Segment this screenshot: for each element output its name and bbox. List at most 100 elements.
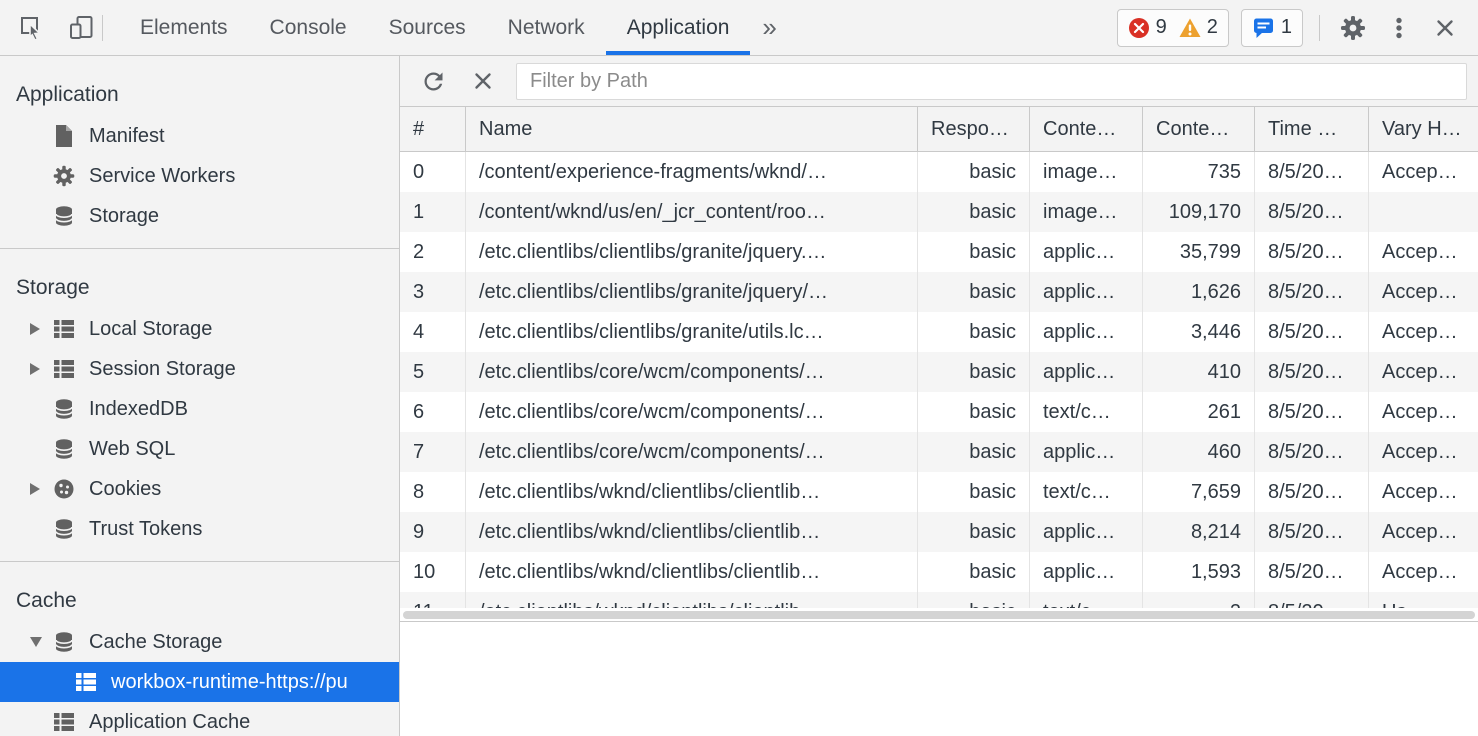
table-row[interactable]: 4 /etc.clientlibs/clientlibs/granite/uti… bbox=[400, 312, 1478, 352]
sidebar-item-service-workers[interactable]: Service Workers bbox=[0, 156, 399, 196]
sidebar-item-web-sql[interactable]: Web SQL bbox=[0, 429, 399, 469]
chevron-right-icon[interactable] bbox=[30, 363, 40, 375]
clear-x-icon bbox=[471, 69, 495, 93]
message-badge[interactable]: 1 bbox=[1252, 16, 1292, 39]
tab-elements[interactable]: Elements bbox=[119, 0, 249, 55]
tab-console[interactable]: Console bbox=[249, 0, 368, 55]
cell-name: /etc.clientlibs/wknd/clientlibs/clientli… bbox=[466, 472, 918, 512]
cell-content-type: text/c… bbox=[1030, 472, 1143, 512]
table-row[interactable]: 2 /etc.clientlibs/clientlibs/granite/jqu… bbox=[400, 232, 1478, 272]
cell-time-cached: 8/5/20… bbox=[1255, 232, 1369, 272]
sidebar-item-manifest[interactable]: Manifest bbox=[0, 116, 399, 156]
sidebar-section-title: Cache bbox=[0, 580, 399, 622]
messages-badge-group[interactable]: 1 bbox=[1241, 9, 1303, 47]
sidebar-item-indexeddb[interactable]: IndexedDB bbox=[0, 389, 399, 429]
cell-content-length: 7,659 bbox=[1143, 472, 1255, 512]
sidebar-item-session-storage[interactable]: Session Storage bbox=[0, 349, 399, 389]
error-badge[interactable]: 9 bbox=[1128, 16, 1167, 39]
cell-number: 3 bbox=[400, 272, 466, 312]
customize-menu-button[interactable] bbox=[1382, 11, 1416, 45]
cell-time-cached: 8/5/20… bbox=[1255, 512, 1369, 552]
warning-badge[interactable]: 2 bbox=[1179, 16, 1218, 39]
cache-entry-preview-pane bbox=[400, 622, 1478, 736]
cell-number: 8 bbox=[400, 472, 466, 512]
cell-number: 0 bbox=[400, 152, 466, 192]
tab-application[interactable]: Application bbox=[606, 0, 751, 55]
sidebar-item-label: Local Storage bbox=[89, 318, 212, 341]
chevron-right-icon[interactable] bbox=[30, 483, 40, 495]
tab-sources[interactable]: Sources bbox=[368, 0, 487, 55]
cell-name: /etc.clientlibs/core/wcm/components/… bbox=[466, 392, 918, 432]
column-header-name[interactable]: Name bbox=[466, 107, 918, 151]
sidebar-item-label: Cookies bbox=[89, 478, 161, 501]
table-row[interactable]: 3 /etc.clientlibs/clientlibs/granite/jqu… bbox=[400, 272, 1478, 312]
clear-cache-button[interactable] bbox=[466, 64, 500, 98]
table-row[interactable]: 1 /content/wknd/us/en/_jcr_content/roo… … bbox=[400, 192, 1478, 232]
chevron-down-icon[interactable] bbox=[30, 637, 42, 647]
column-header-content-type[interactable]: Conte… bbox=[1030, 107, 1143, 151]
tab-network[interactable]: Network bbox=[487, 0, 606, 55]
table-row[interactable]: 6 /etc.clientlibs/core/wcm/components/… … bbox=[400, 392, 1478, 432]
column-header-response-type[interactable]: Respo… bbox=[918, 107, 1030, 151]
cell-response-type: basic bbox=[918, 152, 1030, 192]
settings-button[interactable] bbox=[1336, 11, 1370, 45]
sidebar-item-local-storage[interactable]: Local Storage bbox=[0, 309, 399, 349]
console-issues-badge-group[interactable]: 9 2 bbox=[1117, 9, 1229, 47]
cell-time-cached: 8/5/20… bbox=[1255, 552, 1369, 592]
cell-content-length: 2 bbox=[1143, 592, 1255, 608]
sidebar-item-cookies[interactable]: Cookies bbox=[0, 469, 399, 509]
cell-content-length: 35,799 bbox=[1143, 232, 1255, 272]
sidebar-item-cache-storage[interactable]: Cache Storage bbox=[0, 622, 399, 662]
gear-icon bbox=[1339, 14, 1367, 42]
chevron-right-icon[interactable] bbox=[30, 323, 40, 335]
sidebar-section-storage: Storage Local Storage bbox=[0, 249, 399, 562]
cell-content-length: 8,214 bbox=[1143, 512, 1255, 552]
cell-vary-header: Accep… bbox=[1369, 312, 1478, 352]
sidebar-item-application-cache[interactable]: Application Cache bbox=[0, 702, 399, 736]
table-row[interactable]: 0 /content/experience-fragments/wknd/… b… bbox=[400, 152, 1478, 192]
sidebar-item-label: Trust Tokens bbox=[89, 518, 202, 541]
cell-vary-header: Accep… bbox=[1369, 432, 1478, 472]
sidebar-item-storage[interactable]: Storage bbox=[0, 196, 399, 236]
cell-name: /etc.clientlibs/core/wcm/components/… bbox=[466, 432, 918, 472]
application-sidebar: Application Manifest bbox=[0, 56, 400, 736]
table-row[interactable]: 11 /etc.clientlibs/wknd/clientlibs/clien… bbox=[400, 592, 1478, 608]
cell-content-type: applic… bbox=[1030, 272, 1143, 312]
sidebar-item-label: Storage bbox=[89, 205, 159, 228]
cache-toolbar bbox=[400, 56, 1478, 107]
sidebar-item-trust-tokens[interactable]: Trust Tokens bbox=[0, 509, 399, 549]
horizontal-scrollbar[interactable] bbox=[400, 608, 1478, 622]
column-header-vary-header[interactable]: Vary H… bbox=[1369, 107, 1478, 151]
table-row[interactable]: 10 /etc.clientlibs/wknd/clientlibs/clien… bbox=[400, 552, 1478, 592]
table-icon bbox=[52, 710, 76, 734]
table-row[interactable]: 5 /etc.clientlibs/core/wcm/components/… … bbox=[400, 352, 1478, 392]
table-row[interactable]: 8 /etc.clientlibs/wknd/clientlibs/client… bbox=[400, 472, 1478, 512]
device-toolbar-icon bbox=[68, 14, 95, 41]
cell-time-cached: 8/5/20… bbox=[1255, 352, 1369, 392]
column-header-content-length[interactable]: Conte… bbox=[1143, 107, 1255, 151]
devtools-tabbar: Elements Console Sources Network Applica… bbox=[0, 0, 1478, 56]
error-icon bbox=[1128, 17, 1150, 39]
database-icon bbox=[52, 630, 76, 654]
scrollbar-thumb[interactable] bbox=[403, 611, 1475, 619]
close-devtools-button[interactable] bbox=[1428, 11, 1462, 45]
error-count: 9 bbox=[1156, 16, 1167, 39]
column-header-number[interactable]: # bbox=[400, 107, 466, 151]
column-header-time-cached[interactable]: Time … bbox=[1255, 107, 1369, 151]
sidebar-item-label: Session Storage bbox=[89, 358, 236, 381]
inspect-element-button[interactable] bbox=[14, 11, 48, 45]
more-tabs-icon[interactable]: » bbox=[750, 0, 788, 55]
message-bubble-icon bbox=[1252, 16, 1275, 39]
device-toolbar-button[interactable] bbox=[64, 11, 98, 45]
refresh-button[interactable] bbox=[416, 64, 450, 98]
cell-content-length: 261 bbox=[1143, 392, 1255, 432]
cell-content-type: image… bbox=[1030, 192, 1143, 232]
table-row[interactable]: 7 /etc.clientlibs/core/wcm/components/… … bbox=[400, 432, 1478, 472]
filter-by-path-input[interactable] bbox=[516, 63, 1467, 100]
cell-number: 7 bbox=[400, 432, 466, 472]
sidebar-item-workbox-runtime-cache[interactable]: workbox-runtime-https://pu bbox=[0, 662, 399, 702]
document-icon bbox=[52, 124, 76, 148]
cell-content-length: 1,593 bbox=[1143, 552, 1255, 592]
table-row[interactable]: 9 /etc.clientlibs/wknd/clientlibs/client… bbox=[400, 512, 1478, 552]
cell-name: /etc.clientlibs/clientlibs/granite/jquer… bbox=[466, 232, 918, 272]
